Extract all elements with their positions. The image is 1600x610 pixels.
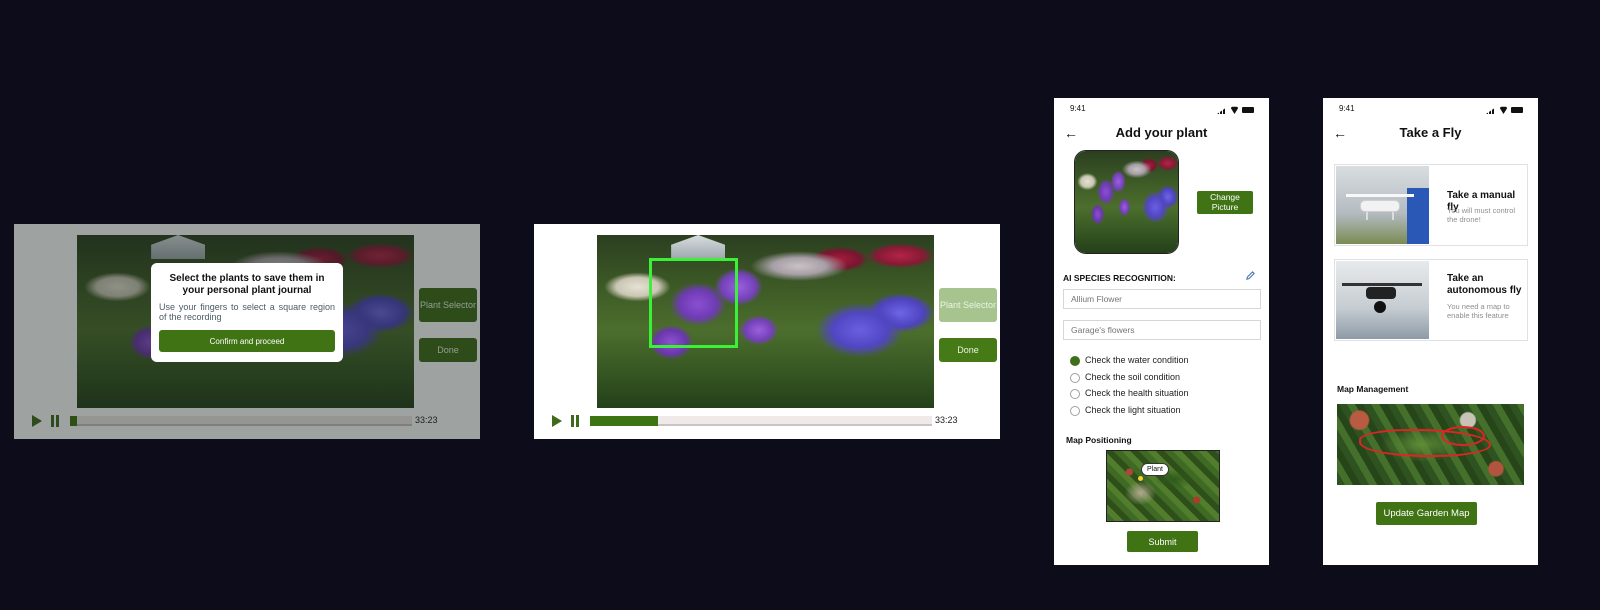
add-plant-screen: 9:41 ← Add your plant Change Picture AI … bbox=[1054, 98, 1269, 565]
progress-fill bbox=[590, 416, 659, 426]
species-input[interactable] bbox=[1063, 289, 1261, 309]
pause-icon[interactable] bbox=[50, 415, 60, 427]
plant-selector-button[interactable]: Plant Selector bbox=[419, 288, 477, 322]
location-input[interactable] bbox=[1063, 320, 1261, 340]
check-label: Check the health situation bbox=[1085, 388, 1189, 398]
pencil-icon[interactable] bbox=[1245, 270, 1256, 281]
video-selector-modal-panel: Plant Selector Done 33:23 Select the pla… bbox=[14, 224, 480, 439]
wifi-icon bbox=[1499, 106, 1508, 114]
progress-track[interactable] bbox=[70, 416, 412, 426]
drone-photo bbox=[1336, 261, 1429, 339]
status-time: 9:41 bbox=[1070, 104, 1086, 113]
map-pin-icon[interactable] bbox=[1138, 476, 1143, 481]
plant-photo bbox=[1074, 150, 1179, 254]
change-picture-button[interactable]: Change Picture bbox=[1197, 191, 1253, 214]
fly-option-desc: You need a map to enable this feature bbox=[1447, 302, 1510, 320]
status-bar: 9:41 bbox=[1323, 104, 1538, 116]
battery-icon bbox=[1511, 107, 1523, 113]
video-time: 33:23 bbox=[415, 415, 438, 425]
playback-controls: 33:23 bbox=[28, 412, 448, 430]
modal-title: Select the plants to save them in your p… bbox=[169, 273, 325, 296]
garden-map[interactable] bbox=[1337, 404, 1524, 485]
play-icon[interactable] bbox=[552, 415, 562, 427]
signal-icon bbox=[1217, 107, 1227, 114]
take-fly-screen: 9:41 ← Take a Fly Take a manual fly You … bbox=[1323, 98, 1538, 565]
signal-icon bbox=[1486, 107, 1496, 114]
done-button[interactable]: Done bbox=[419, 338, 477, 362]
check-label: Check the water condition bbox=[1085, 355, 1189, 365]
progress-track[interactable] bbox=[590, 416, 932, 426]
selection-box[interactable] bbox=[649, 258, 738, 348]
radio-unchecked[interactable] bbox=[1070, 406, 1080, 416]
plant-map-tag: Plant bbox=[1141, 463, 1169, 476]
modal-text: Use your fingers to select a square regi… bbox=[159, 302, 335, 322]
plant-photo-image bbox=[1075, 151, 1178, 253]
progress-fill bbox=[70, 416, 77, 426]
drone-body-shape bbox=[1366, 287, 1396, 299]
greenhouse-shape bbox=[151, 235, 206, 260]
drone-photo bbox=[1336, 166, 1429, 244]
radio-checked[interactable] bbox=[1070, 356, 1080, 366]
page-title: Add your plant bbox=[1115, 125, 1208, 140]
drone-legs-shape bbox=[1366, 212, 1394, 220]
garden-video-frame[interactable] bbox=[597, 235, 934, 408]
update-garden-map-button[interactable]: Update Garden Map bbox=[1376, 502, 1477, 525]
drone-body-shape bbox=[1360, 200, 1400, 212]
status-bar: 9:41 bbox=[1054, 104, 1269, 116]
radio-unchecked[interactable] bbox=[1070, 389, 1080, 399]
battery-icon bbox=[1242, 107, 1254, 113]
video-selector-active-panel: Plant Selector Done 33:23 bbox=[534, 224, 1000, 439]
submit-button[interactable]: Submit bbox=[1127, 531, 1198, 552]
playback-controls: 33:23 bbox=[548, 412, 968, 430]
drone-arm-shape bbox=[1342, 283, 1422, 286]
drone-camera-shape bbox=[1374, 301, 1386, 313]
page-title: Take a Fly bbox=[1399, 125, 1462, 140]
play-icon[interactable] bbox=[32, 415, 42, 427]
video-time: 33:23 bbox=[935, 415, 958, 425]
greenhouse-shape bbox=[671, 235, 726, 260]
autonomous-fly-card[interactable]: Take an autonomous fly You need a map to… bbox=[1334, 259, 1528, 341]
status-indicators bbox=[1217, 106, 1257, 114]
radio-unchecked[interactable] bbox=[1070, 373, 1080, 383]
drone-arm-shape bbox=[1346, 194, 1414, 197]
manual-fly-card[interactable]: Take a manual fly You will must control … bbox=[1334, 164, 1528, 246]
selection-instructions-modal: Select the plants to save them in your p… bbox=[151, 263, 343, 362]
garden-zone-outline bbox=[1441, 426, 1485, 446]
pause-icon[interactable] bbox=[570, 415, 580, 427]
map-positioning-label: Map Positioning bbox=[1066, 435, 1132, 445]
wifi-icon bbox=[1230, 106, 1239, 114]
fly-option-title: Take an autonomous fly bbox=[1447, 273, 1522, 296]
confirm-proceed-button[interactable]: Confirm and proceed bbox=[159, 330, 335, 352]
ai-species-label: AI SPECIES RECOGNITION: bbox=[1063, 273, 1176, 283]
map-management-label: Map Management bbox=[1337, 384, 1409, 394]
status-time: 9:41 bbox=[1339, 104, 1355, 113]
check-label: Check the light situation bbox=[1085, 405, 1181, 415]
status-indicators bbox=[1486, 106, 1526, 114]
plant-selector-button[interactable]: Plant Selector bbox=[939, 288, 997, 322]
check-label: Check the soil condition bbox=[1085, 372, 1181, 382]
done-button[interactable]: Done bbox=[939, 338, 997, 362]
map-positioning-map[interactable]: Plant bbox=[1106, 450, 1220, 522]
fly-option-desc: You will must control the drone! bbox=[1447, 206, 1516, 224]
